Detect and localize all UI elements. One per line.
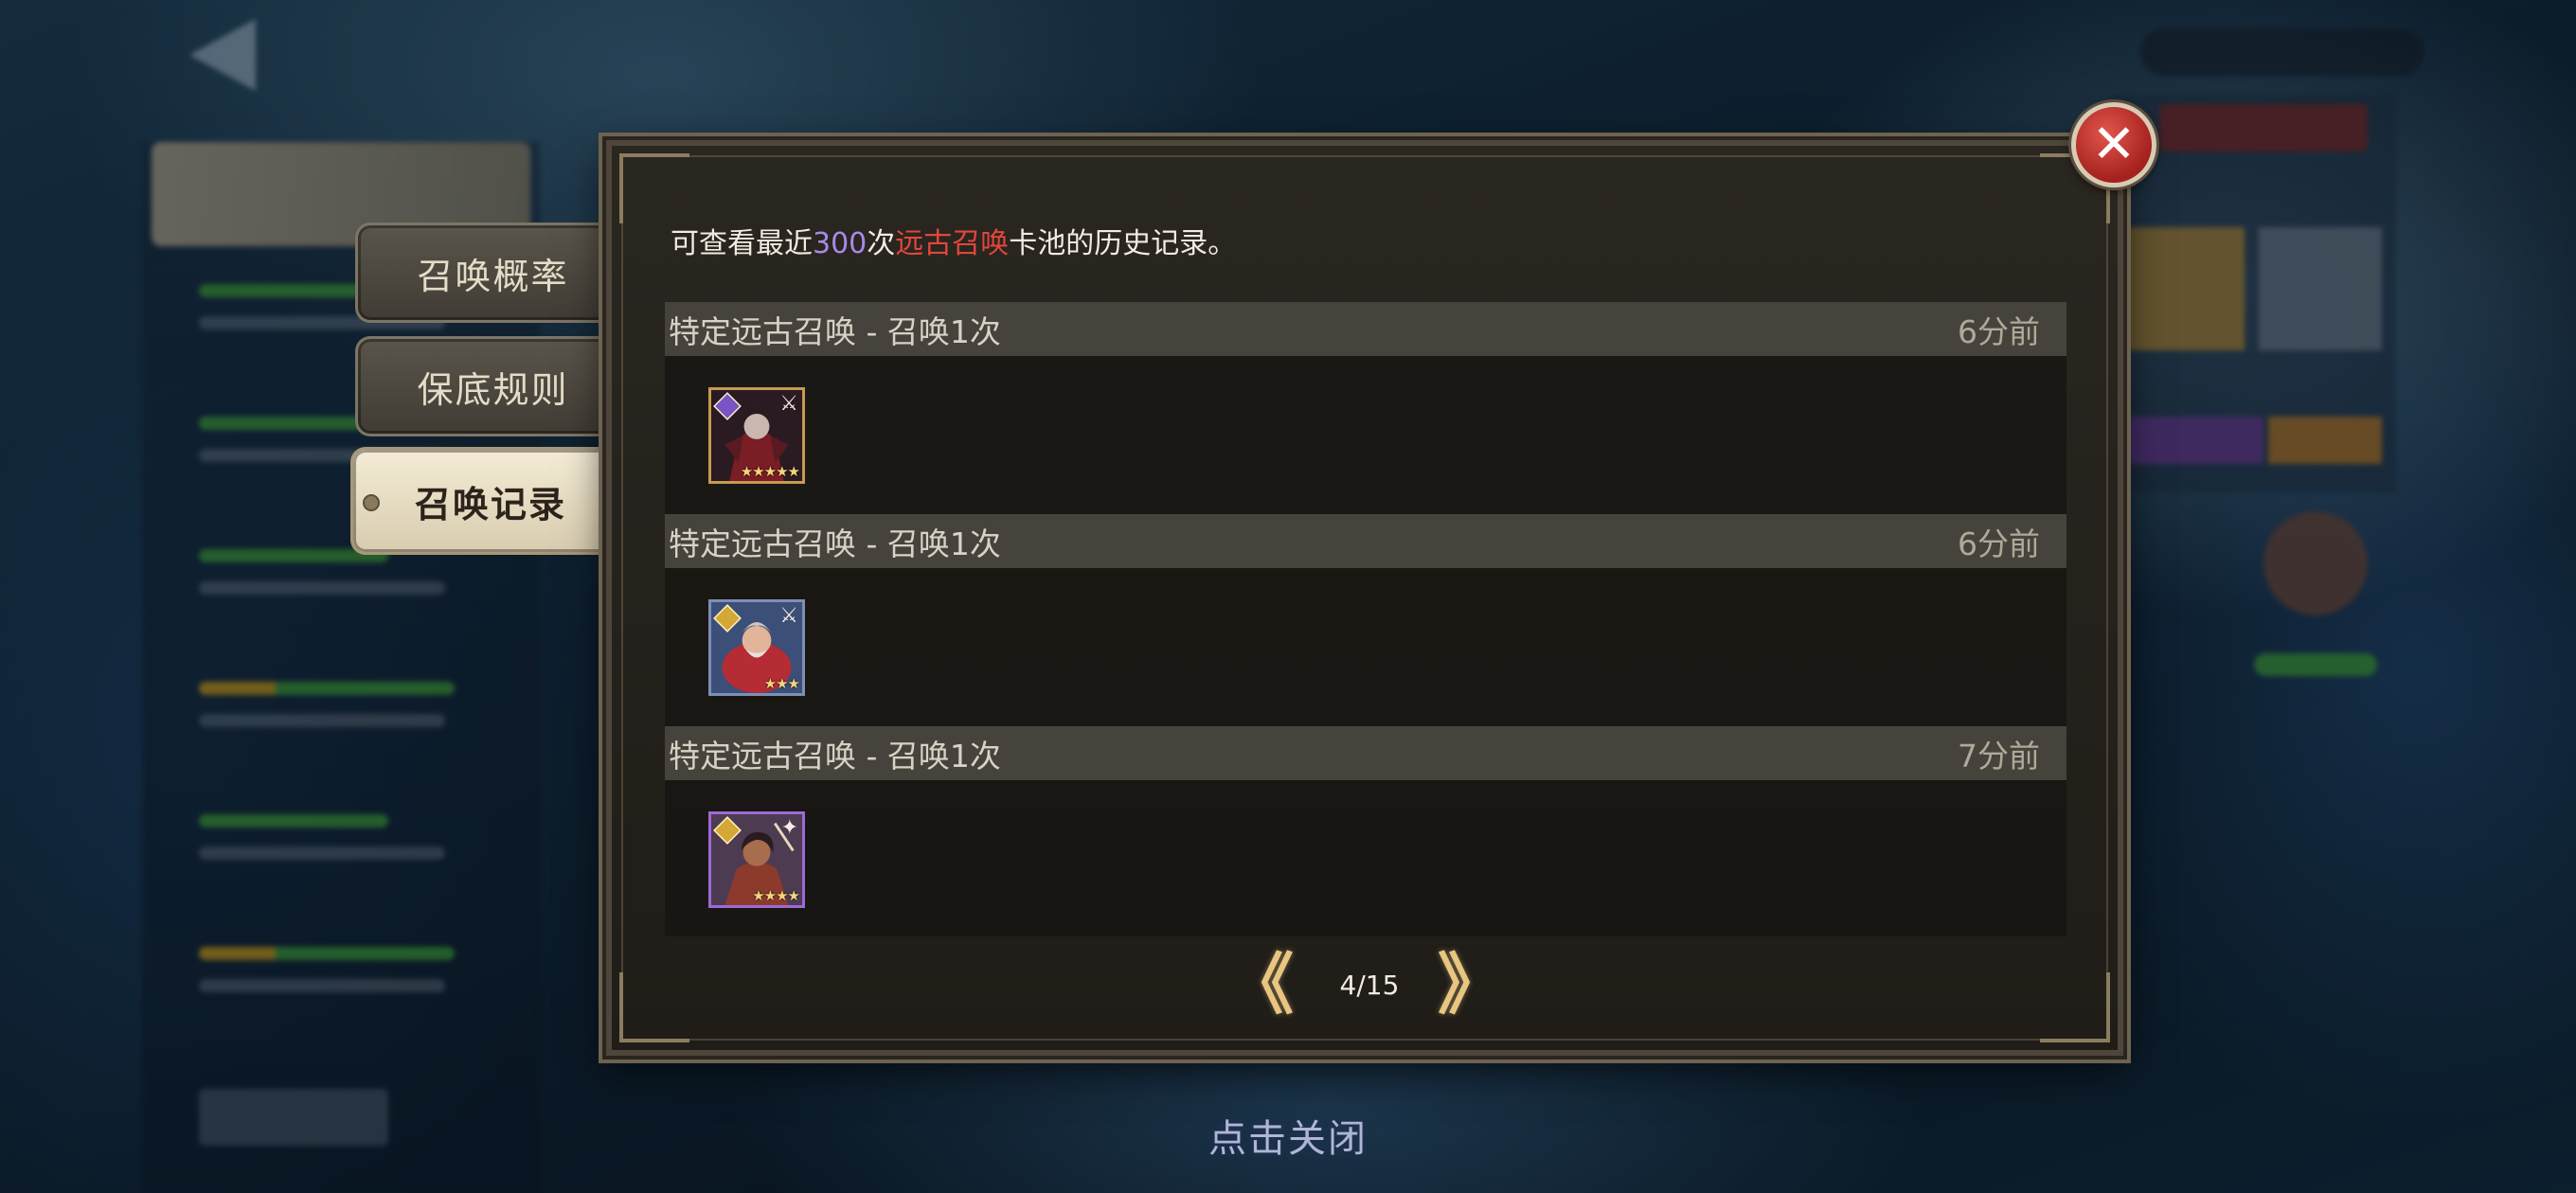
corner-ornament: [619, 153, 689, 223]
background-list-item: [199, 947, 464, 1023]
record-title: 特定远古召唤 - 召唤1次: [669, 737, 1001, 775]
tab-label: 召唤概率: [417, 255, 569, 297]
background-status-bar: [2254, 653, 2377, 676]
blade-icon: ⚔: [779, 604, 798, 628]
previous-page-button[interactable]: 《: [1227, 952, 1294, 1018]
background-hero-card: [2121, 227, 2245, 350]
record-body: ⚔ ★★★: [665, 568, 2066, 726]
background-avatar: [2263, 511, 2368, 615]
record-title: 特定远古召唤 - 召唤1次: [669, 525, 1001, 562]
record-header: 特定远古召唤 - 召唤1次 6分前: [665, 302, 2066, 356]
info-middle: 次: [867, 227, 896, 260]
history-record: 特定远古召唤 - 召唤1次 6分前 ⚔ ★★★★★: [665, 302, 2066, 514]
history-list[interactable]: 特定远古召唤 - 召唤1次 6分前 ⚔ ★★★★★ 特定远古召唤 - 召唤1次 …: [665, 302, 2066, 936]
record-title: 特定远古召唤 - 召唤1次: [669, 312, 1001, 350]
history-record: 特定远古召唤 - 召唤1次 6分前 ⚔ ★★★: [665, 514, 2066, 726]
info-count: 300: [813, 227, 868, 260]
background-list-item: [199, 549, 464, 625]
background-right-tag: [2159, 104, 2368, 151]
close-icon: ✕: [2091, 114, 2137, 175]
record-time: 6分前: [1958, 525, 2040, 562]
info-suffix: 卡池的历史记录。: [1009, 227, 1237, 260]
tab-label: 召唤记录: [414, 483, 566, 525]
summon-history-dialog: 可查看最近300次远古召唤卡池的历史记录。 特定远古召唤 - 召唤1次 6分前: [606, 140, 2123, 1056]
next-page-button[interactable]: 》: [1438, 952, 1504, 1018]
history-record: 特定远古召唤 - 召唤1次 7分前 ✦ ★★★★: [665, 726, 2066, 936]
record-header: 特定远古召唤 - 召唤1次 7分前: [665, 726, 2066, 780]
star-rating: ★★★: [763, 675, 800, 692]
record-header: 特定远古召唤 - 召唤1次 6分前: [665, 514, 2066, 568]
game-screen: 召唤概率 保底规则 召唤记录 可查看最近300次远古召唤卡池的历史记录。 特定远…: [0, 0, 2576, 1193]
blade-icon: ⚔: [779, 392, 798, 416]
hero-card[interactable]: ⚔ ★★★: [708, 599, 805, 696]
wand-icon: ✦: [780, 816, 798, 840]
active-dot-icon: [363, 494, 380, 511]
hero-card[interactable]: ✦ ★★★★: [708, 811, 805, 908]
background-list-item: [199, 814, 464, 890]
page-indicator: 4/15: [1339, 970, 1400, 1001]
background-button: [2121, 417, 2263, 464]
tab-summon-rates[interactable]: 召唤概率: [355, 223, 628, 323]
info-pool-name: 远古召唤: [895, 227, 1010, 260]
background-currency-bar: [2140, 28, 2424, 76]
tab-pity-rules[interactable]: 保底规则: [355, 336, 628, 436]
tab-summon-history[interactable]: 召唤记录: [350, 447, 628, 555]
record-body: ⚔ ★★★★★: [665, 356, 2066, 514]
star-rating: ★★★★★: [740, 463, 800, 480]
record-time: 6分前: [1958, 312, 2040, 350]
background-back-arrow-icon: [189, 19, 256, 91]
history-info-text: 可查看最近300次远古召唤卡池的历史记录。: [671, 220, 1236, 261]
background-bottom-label: [199, 1089, 388, 1146]
tap-to-close-hint[interactable]: 点击关闭: [1099, 1108, 1477, 1163]
star-rating: ★★★★: [752, 887, 800, 904]
pagination: 《 4/15 》: [612, 951, 2118, 1026]
background-button: [2268, 417, 2382, 464]
record-time: 7分前: [1958, 737, 2040, 775]
background-list-item: [199, 682, 464, 757]
tab-label: 保底规则: [417, 368, 569, 411]
hero-card[interactable]: ⚔ ★★★★★: [708, 387, 805, 484]
record-body: ✦ ★★★★: [665, 780, 2066, 936]
close-button[interactable]: ✕: [2071, 102, 2156, 187]
background-hero-card: [2259, 227, 2382, 350]
info-prefix: 可查看最近: [671, 227, 813, 260]
